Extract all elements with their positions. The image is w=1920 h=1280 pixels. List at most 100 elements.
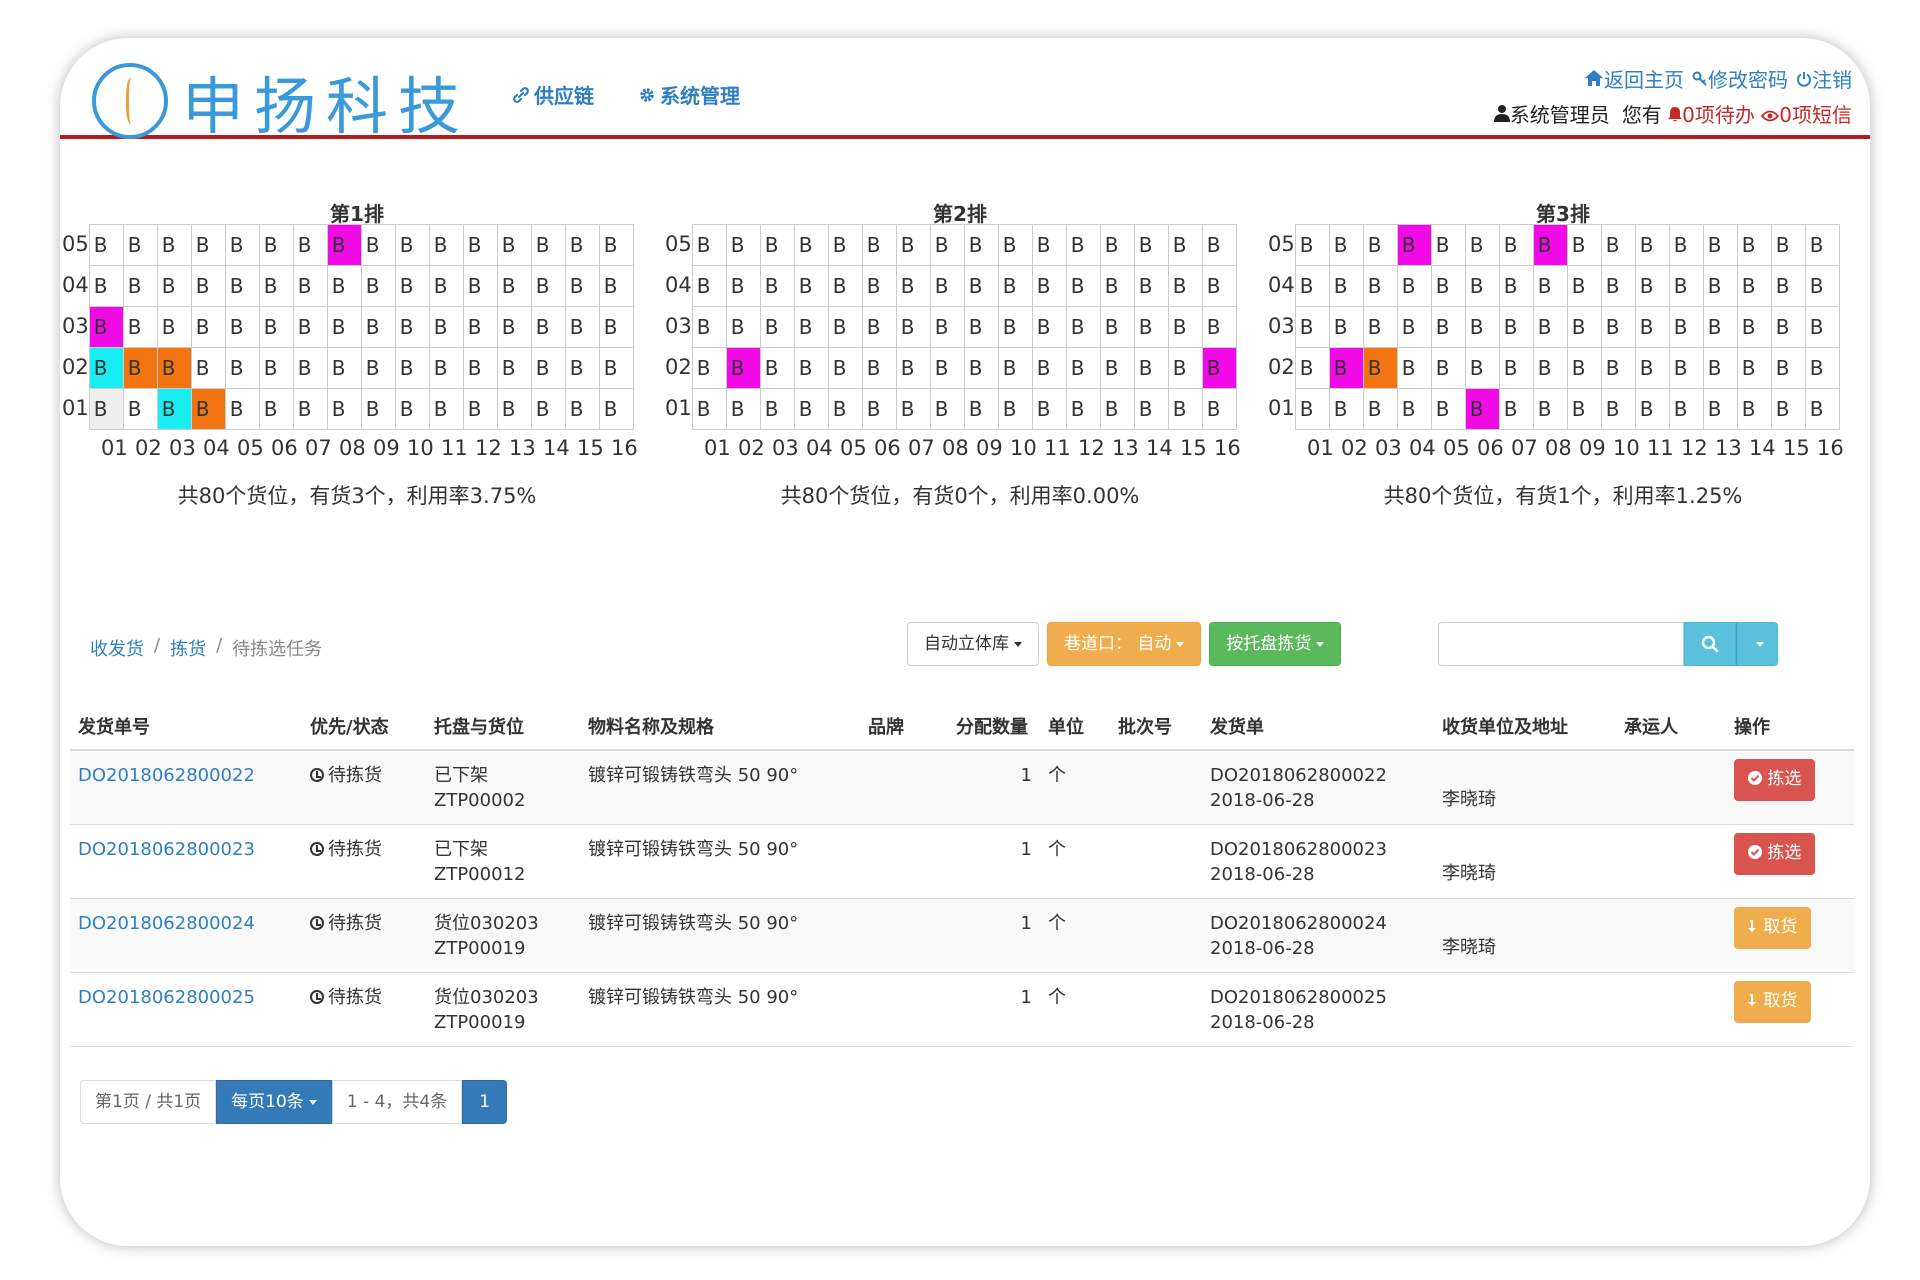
order-number-link[interactable]: DO2018062800023 bbox=[70, 824, 302, 899]
rack-cell[interactable]: B bbox=[1202, 348, 1237, 389]
rack-cell[interactable]: B bbox=[1295, 348, 1330, 389]
current-user[interactable]: 系统管理员 bbox=[1493, 99, 1610, 128]
rack-cell[interactable]: B bbox=[1431, 348, 1466, 389]
rack-cell[interactable]: B bbox=[964, 266, 999, 307]
rack-cell[interactable]: B bbox=[463, 225, 498, 266]
rack-cell[interactable]: B bbox=[964, 225, 999, 266]
order-number-link[interactable]: DO2018062800024 bbox=[70, 898, 302, 973]
rack-cell[interactable]: B bbox=[1737, 266, 1772, 307]
rack-cell[interactable]: B bbox=[1032, 225, 1067, 266]
rack-cell[interactable]: B bbox=[1703, 225, 1738, 266]
col-carrier[interactable]: 承运人 bbox=[1616, 702, 1726, 751]
rack-cell[interactable]: B bbox=[599, 389, 634, 430]
rack-cell[interactable]: B bbox=[1168, 266, 1203, 307]
rack-cell[interactable]: B bbox=[1567, 307, 1602, 348]
change-password-link[interactable]: 修改密码 bbox=[1692, 64, 1788, 93]
rack-cell[interactable]: B bbox=[1100, 307, 1135, 348]
rack-cell[interactable]: B bbox=[89, 348, 124, 389]
rack-cell[interactable]: B bbox=[1100, 266, 1135, 307]
rack-cell[interactable]: B bbox=[1032, 266, 1067, 307]
rack-cell[interactable]: B bbox=[1601, 307, 1636, 348]
rack-cell[interactable]: B bbox=[599, 266, 634, 307]
breadcrumb-item-picking[interactable]: 拣货 bbox=[170, 635, 206, 661]
rack-cell[interactable]: B bbox=[998, 225, 1033, 266]
rack-cell[interactable]: B bbox=[327, 389, 362, 430]
pick-mode-dropdown[interactable]: 按托盘拣货 bbox=[1209, 622, 1342, 666]
rack-cell[interactable]: B bbox=[1771, 307, 1806, 348]
rack-cell[interactable]: B bbox=[1533, 348, 1568, 389]
rack-cell[interactable]: B bbox=[1397, 225, 1432, 266]
rack-cell[interactable]: B bbox=[1771, 348, 1806, 389]
rack-cell[interactable]: B bbox=[497, 307, 532, 348]
rack-cell[interactable]: B bbox=[293, 225, 328, 266]
rack-cell[interactable]: B bbox=[497, 348, 532, 389]
rack-cell[interactable]: B bbox=[1669, 307, 1704, 348]
rack-cell[interactable]: B bbox=[1499, 389, 1534, 430]
rack-cell[interactable]: B bbox=[327, 225, 362, 266]
rack-cell[interactable]: B bbox=[862, 348, 897, 389]
rack-cell[interactable]: B bbox=[395, 307, 430, 348]
col-status[interactable]: 优先/状态 bbox=[302, 702, 426, 751]
rack-cell[interactable]: B bbox=[1329, 266, 1364, 307]
rack-cell[interactable]: B bbox=[565, 389, 600, 430]
rack-cell[interactable]: B bbox=[1465, 225, 1500, 266]
rack-cell[interactable]: B bbox=[1032, 307, 1067, 348]
rack-cell[interactable]: B bbox=[998, 266, 1033, 307]
rack-cell[interactable]: B bbox=[1703, 307, 1738, 348]
rack-cell[interactable]: B bbox=[998, 307, 1033, 348]
rack-cell[interactable]: B bbox=[1202, 307, 1237, 348]
rack-cell[interactable]: B bbox=[828, 225, 863, 266]
rack-cell[interactable]: B bbox=[463, 307, 498, 348]
rack-cell[interactable]: B bbox=[191, 389, 226, 430]
rack-cell[interactable]: B bbox=[1329, 307, 1364, 348]
rack-cell[interactable]: B bbox=[259, 389, 294, 430]
rack-cell[interactable]: B bbox=[531, 389, 566, 430]
rack-cell[interactable]: B bbox=[1295, 307, 1330, 348]
rack-cell[interactable]: B bbox=[1329, 348, 1364, 389]
rack-cell[interactable]: B bbox=[1329, 389, 1364, 430]
rack-cell[interactable]: B bbox=[1066, 348, 1101, 389]
rack-cell[interactable]: B bbox=[1737, 307, 1772, 348]
rack-cell[interactable]: B bbox=[1431, 389, 1466, 430]
rack-cell[interactable]: B bbox=[964, 389, 999, 430]
rack-cell[interactable]: B bbox=[225, 389, 260, 430]
rack-cell[interactable]: B bbox=[225, 266, 260, 307]
rack-cell[interactable]: B bbox=[1703, 266, 1738, 307]
fetch-button[interactable]: 取货 bbox=[1734, 980, 1812, 1023]
rack-cell[interactable]: B bbox=[191, 307, 226, 348]
rack-cell[interactable]: B bbox=[998, 389, 1033, 430]
rack-cell[interactable]: B bbox=[930, 307, 965, 348]
rack-cell[interactable]: B bbox=[463, 348, 498, 389]
rack-cell[interactable]: B bbox=[692, 225, 727, 266]
rack-cell[interactable]: B bbox=[1397, 266, 1432, 307]
aisle-dropdown[interactable]: 巷道口： 自动 bbox=[1047, 622, 1202, 666]
rack-cell[interactable]: B bbox=[692, 307, 727, 348]
rack-cell[interactable]: B bbox=[259, 348, 294, 389]
rack-cell[interactable]: B bbox=[896, 225, 931, 266]
per-page-dropdown[interactable]: 每页10条 bbox=[216, 1080, 332, 1124]
rack-cell[interactable]: B bbox=[1168, 307, 1203, 348]
rack-cell[interactable]: B bbox=[1737, 348, 1772, 389]
rack-cell[interactable]: B bbox=[1134, 225, 1169, 266]
rack-cell[interactable]: B bbox=[1431, 225, 1466, 266]
rack-cell[interactable]: B bbox=[361, 307, 396, 348]
rack-cell[interactable]: B bbox=[225, 348, 260, 389]
rack-cell[interactable]: B bbox=[123, 225, 158, 266]
rack-cell[interactable]: B bbox=[531, 348, 566, 389]
col-qty[interactable]: 分配数量 bbox=[948, 702, 1040, 751]
rack-cell[interactable]: B bbox=[692, 389, 727, 430]
rack-cell[interactable]: B bbox=[395, 389, 430, 430]
rack-cell[interactable]: B bbox=[964, 348, 999, 389]
col-pallet-location[interactable]: 托盘与货位 bbox=[426, 702, 580, 751]
rack-cell[interactable]: B bbox=[1669, 266, 1704, 307]
rack-cell[interactable]: B bbox=[1134, 266, 1169, 307]
rack-cell[interactable]: B bbox=[259, 307, 294, 348]
rack-cell[interactable]: B bbox=[565, 225, 600, 266]
rack-cell[interactable]: B bbox=[89, 389, 124, 430]
rack-cell[interactable]: B bbox=[157, 266, 192, 307]
rack-cell[interactable]: B bbox=[1567, 348, 1602, 389]
rack-cell[interactable]: B bbox=[1669, 225, 1704, 266]
rack-cell[interactable]: B bbox=[429, 307, 464, 348]
order-number-link[interactable]: DO2018062800022 bbox=[70, 750, 302, 825]
rack-cell[interactable]: B bbox=[794, 348, 829, 389]
